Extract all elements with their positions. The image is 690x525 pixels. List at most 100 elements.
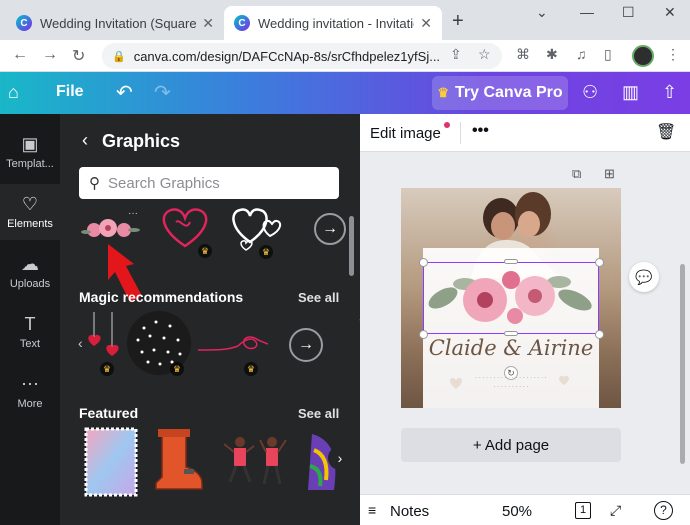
bookmark-star-icon[interactable]: ☆ [478,46,491,63]
canva-favicon-icon: C [234,15,250,31]
browser-tab-active[interactable]: C Wedding invitation - Invitation ( ✕ [224,6,442,40]
rail-item-elements[interactable]: ♡ Elements [0,184,60,240]
page-count-button[interactable]: 1 [575,502,591,519]
puzzle-icon[interactable]: ✱ [546,46,558,63]
media-icon[interactable]: ♫ [576,46,587,62]
fullscreen-icon[interactable]: ⤢ [610,502,621,519]
couple-names-text[interactable]: Claide & Airine [401,336,621,360]
white-hearts-graphic-thumbnail[interactable] [226,202,290,252]
divider [460,122,461,144]
resize-handle[interactable] [595,258,604,267]
context-toolbar: Edit image ••• 🗑 [360,114,690,152]
panel-scrollbar[interactable] [349,216,354,276]
more-options-icon[interactable]: ••• [472,122,489,140]
add-page-icon[interactable]: ⊞ [604,166,615,182]
undo-icon[interactable]: ↶ [116,80,133,105]
maximize-icon[interactable]: ☐ [622,4,635,21]
editor-scrollbar[interactable] [680,264,685,464]
graphics-panel: ‹ Graphics ⚲ ··· ♛ ♛ → Magic recommendat… [60,114,360,525]
back-arrow-icon[interactable]: ← [12,46,28,64]
add-page-button[interactable]: + Add page [401,428,621,462]
tab-title: Wedding Invitation (Square) [40,15,197,31]
help-icon[interactable]: ? [654,501,673,520]
edit-image-button[interactable]: Edit image [370,125,441,142]
rail-item-label: Elements [7,218,53,230]
heart-decoration-icon [559,375,569,385]
sidebar-icon[interactable]: ▯ [604,46,612,63]
canva-header: ⌂ File ↶ ↷ ♛ Try Canva Pro ⚇ ▥ ⇧ [0,72,690,114]
upload-share-icon[interactable]: ⇧ [662,82,677,103]
try-canva-pro-button[interactable]: ♛ Try Canva Pro [432,76,568,110]
profile-avatar[interactable] [632,45,654,67]
dancing-people-graphic-thumbnail[interactable] [220,432,292,492]
next-arrow-icon[interactable]: → [289,328,323,362]
design-page[interactable]: Claide & Airine ↻ · · · · · · · · · · · … [401,188,621,408]
rail-item-label: Uploads [9,278,51,290]
cloud-upload-icon: ☁ [21,254,39,274]
heart-line-graphic-thumbnail[interactable] [198,330,268,360]
resize-handle[interactable] [419,258,428,267]
redo-icon[interactable]: ↷ [154,80,171,105]
crown-icon: ♛ [198,244,212,258]
notes-button[interactable]: Notes [390,503,429,520]
rail-item-label: Text [19,338,41,350]
new-tab-icon[interactable]: + [452,10,464,33]
share-icon[interactable]: ⇪ [450,46,462,63]
see-all-featured-link[interactable]: See all [298,406,339,421]
rail-item-templates[interactable]: ▣ Templat... [0,124,60,180]
forward-arrow-icon[interactable]: → [42,46,58,64]
chevron-down-icon[interactable]: ⌄ [536,4,548,21]
duplicate-page-icon[interactable]: ⧉ [572,166,581,182]
close-window-icon[interactable]: ✕ [664,4,676,21]
close-tab-icon[interactable]: ✕ [420,15,432,32]
zoom-level[interactable]: 50% [502,503,532,520]
invitation-detail-text: · · · · · · · · · · [493,384,529,390]
next-arrow-icon[interactable]: › [328,446,352,470]
hanging-hearts-graphic-thumbnail[interactable]: ‹ [78,312,124,370]
svg-text:···: ··· [128,208,138,219]
side-rail: ▣ Templat... ♡ Elements ☁ Uploads T Text… [0,114,60,525]
next-arrow-icon[interactable]: → [314,213,346,245]
invitation-detail-text: · · · · · · · · · · · · · · · · · · · · [475,375,547,381]
cowboy-boot-graphic-thumbnail[interactable] [148,427,206,495]
crown-icon: ♛ [170,362,184,376]
insights-chart-icon[interactable]: ▥ [622,82,639,103]
share-people-icon[interactable]: ⚇ [582,82,598,103]
browser-tab-strip: C Wedding Invitation (Square) ✕ C Weddin… [0,0,690,40]
extension-icon[interactable]: ⌘ [516,46,530,63]
notification-dot [444,122,450,128]
rail-item-label: More [17,398,43,410]
reload-icon[interactable]: ↻ [72,46,85,66]
heart-decoration-icon [450,377,462,389]
rail-item-text[interactable]: T Text [0,304,60,360]
section-title-magic-recommendations: Magic recommendations [79,289,244,305]
add-comment-icon[interactable]: 💬 [629,262,659,292]
rail-item-label: Templat... [6,158,54,170]
file-menu[interactable]: File [56,83,84,101]
url-bar[interactable]: 🔒 canva.com/design/DAFCcNAp-8s/srCfhdpel… [102,43,502,69]
search-icon: ⚲ [89,175,100,192]
rail-item-uploads[interactable]: ☁ Uploads [0,244,60,300]
lock-icon: 🔒 [112,50,126,63]
crown-icon: ♛ [244,362,258,376]
trash-icon[interactable]: 🗑 [656,122,676,142]
browser-tab-inactive[interactable]: C Wedding Invitation (Square) ✕ [6,6,224,40]
minimize-icon[interactable]: — [580,4,594,20]
home-icon[interactable]: ⌂ [8,82,19,103]
rail-item-more[interactable]: ⋯ More [0,364,60,420]
selection-box[interactable] [423,262,599,334]
shapes-icon: ♡ [21,194,39,214]
tab-title: Wedding invitation - Invitation ( [258,15,414,31]
postage-stamp-graphic-thumbnail[interactable] [84,427,138,497]
back-chevron-icon[interactable]: ‹ [82,130,88,151]
dots-icon: ⋯ [21,374,39,394]
canva-favicon-icon: C [16,15,32,31]
menu-icon[interactable]: ⋮ [666,46,680,63]
resize-handle[interactable] [504,259,518,264]
crown-icon: ♛ [259,245,273,259]
see-all-magic-link[interactable]: See all [298,290,339,305]
close-tab-icon[interactable]: ✕ [202,15,214,32]
notes-icon[interactable]: ≡ [368,502,376,518]
search-box[interactable]: ⚲ [79,167,339,199]
search-input[interactable] [108,174,318,192]
